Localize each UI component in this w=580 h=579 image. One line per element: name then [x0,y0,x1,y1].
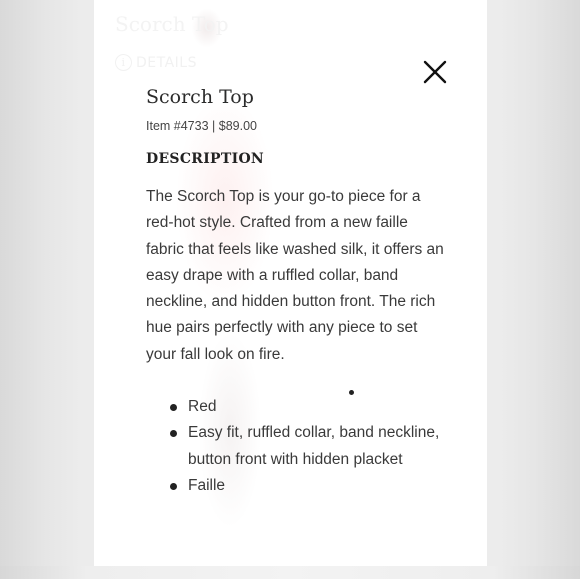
feature-item: Faille [146,473,446,499]
description-text: The Scorch Top is your go-to piece for a… [146,188,444,363]
details-toggle: i DETAILS [115,54,197,71]
close-icon [423,60,447,84]
feature-list: Red Easy fit, ruffled collar, band neckl… [146,394,446,499]
product-title: Scorch Top [146,86,254,108]
feature-item: Easy fit, ruffled collar, band neckline,… [146,420,446,473]
details-label: DETAILS [136,54,197,71]
close-button[interactable] [421,58,449,86]
bottom-background-strip [0,566,580,579]
description-heading: DESCRIPTION [146,151,265,167]
info-icon: i [115,54,132,71]
feature-item: Red [146,394,446,420]
background-product-title: Scorch Top [115,12,229,36]
item-number-price: Item #4733 | $89.00 [146,119,257,133]
